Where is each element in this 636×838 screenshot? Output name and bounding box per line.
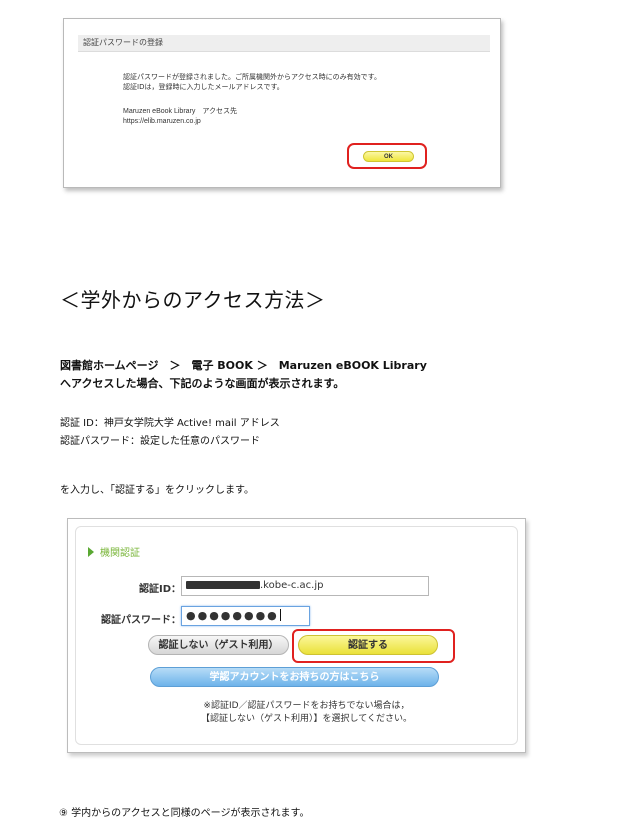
auth-id-instruction: 認証 ID：神戸女学院大学 Active! mail アドレス bbox=[60, 418, 280, 429]
auth-password-instruction: 認証パスワード：設定した任意のパスワード bbox=[60, 436, 260, 447]
guest-use-button[interactable]: 認証しない（ゲスト利用） bbox=[148, 635, 289, 655]
registered-message: 認証パスワードが登録されました。ご所属機関外からアクセス時にのみ有効です。 bbox=[123, 73, 381, 81]
arrow-right-icon bbox=[88, 547, 94, 557]
ok-button[interactable]: OK bbox=[363, 151, 414, 162]
id-note-message: 認証IDは，登録時に入力したメールアドレスです。 bbox=[123, 83, 284, 91]
auth-section-header: 機関認証 bbox=[88, 544, 140, 559]
guest-note-line1: ※認証ID／認証パスワードをお持ちでない場合は， bbox=[203, 701, 410, 711]
text-caret bbox=[279, 609, 281, 621]
auth-id-value: .kobe-c.ac.jp bbox=[260, 580, 324, 591]
navigation-description: へアクセスした場合、下記のような画面が表示されます。 bbox=[60, 377, 345, 390]
screenshot-password-registered: 認証パスワードの登録 認証パスワードが登録されました。ご所属機関外からアクセス時… bbox=[63, 18, 501, 188]
auth-password-label: 認証パスワード： bbox=[101, 615, 181, 626]
click-instruction: を入力し、「認証する」をクリックします。 bbox=[60, 485, 254, 496]
redacted-block bbox=[186, 581, 260, 589]
section-heading: ＜学外からのアクセス方法＞ bbox=[60, 288, 326, 312]
access-label: Maruzen eBook Library アクセス先 bbox=[123, 108, 238, 115]
gakunin-account-button[interactable]: 学認アカウントをお持ちの方はこちら bbox=[150, 667, 439, 687]
screenshot-institution-auth: 機関認証 認証ID： .kobe-c.ac.jp 認証パスワード： ●●●●●●… bbox=[67, 518, 526, 753]
auth-section-title: 機関認証 bbox=[100, 548, 140, 559]
password-dots: ●●●●●●●● bbox=[186, 609, 279, 622]
authenticate-button[interactable]: 認証する bbox=[298, 635, 438, 655]
dialog-title: 認証パスワードの登録 bbox=[78, 35, 490, 52]
access-url: https://elib.maruzen.co.jp bbox=[123, 118, 201, 125]
guest-note-line2: 【認証しない（ゲスト利用）】を選択してください。 bbox=[201, 714, 412, 724]
navigation-path: 図書館ホームページ ＞ 電子 BOOK ＞ Maruzen eBOOK Libr… bbox=[60, 359, 427, 372]
auth-id-label: 認証ID： bbox=[138, 584, 181, 595]
auth-password-input[interactable]: ●●●●●●●● bbox=[181, 606, 310, 626]
auth-id-input[interactable]: .kobe-c.ac.jp bbox=[181, 576, 429, 596]
footer-note: ⑨ 学内からのアクセスと同様のページが表示されます。 bbox=[59, 808, 310, 819]
